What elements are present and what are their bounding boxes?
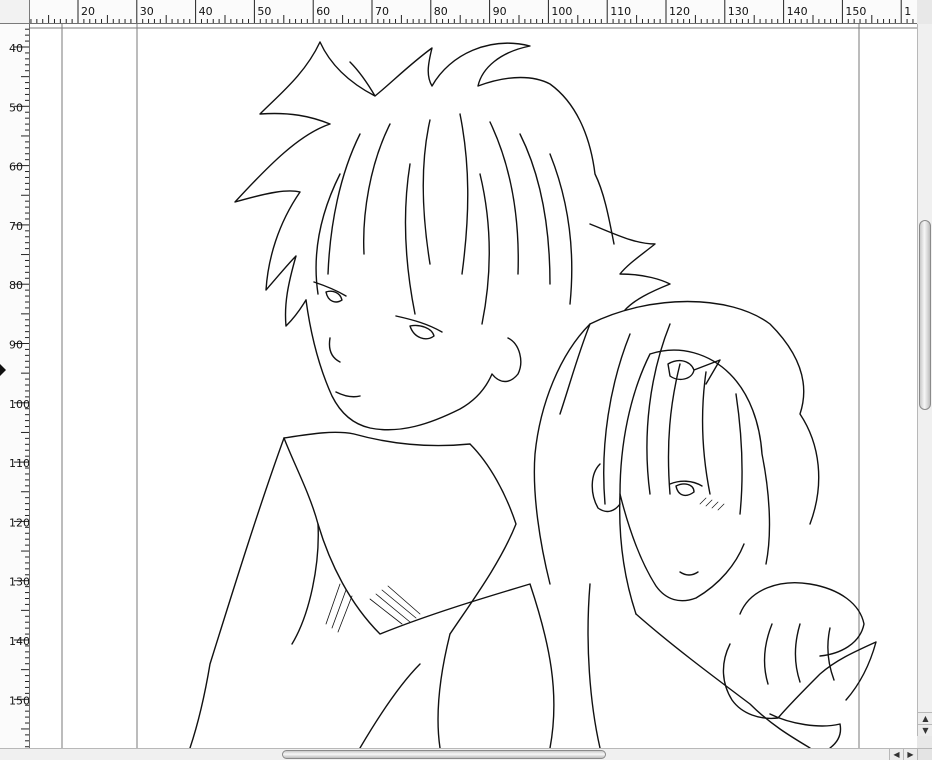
scroll-down-icon: ▼: [922, 726, 929, 735]
ruler-label: 70: [375, 5, 389, 18]
ruler-label: 70: [9, 220, 23, 233]
ruler-label: 90: [493, 5, 507, 18]
girl-face: [591, 463, 745, 602]
ruler-label: 120: [669, 5, 690, 18]
ruler-label: 40: [199, 5, 213, 18]
boy-hair-strands: [315, 113, 573, 325]
ruler-corner[interactable]: [0, 0, 30, 24]
girl-hand-object: [722, 582, 877, 720]
ruler-label: 50: [257, 5, 271, 18]
ruler-label: 60: [316, 5, 330, 18]
ruler-label: 40: [9, 42, 23, 55]
ruler-label: 90: [9, 339, 23, 352]
boy-figure: [189, 41, 671, 748]
ruler-label: 100: [551, 5, 572, 18]
boy-collar: [283, 431, 517, 645]
ruler-label: 100: [9, 398, 30, 411]
ruler-label: 60: [9, 161, 23, 174]
girl-shoulders: [587, 583, 811, 748]
panel-toggle-arrow-icon[interactable]: [0, 364, 6, 376]
scroll-right-button[interactable]: ▶: [903, 749, 917, 760]
ruler-label: 110: [610, 5, 631, 18]
scroll-up-button[interactable]: ▲: [918, 712, 932, 724]
vertical-scrollbar[interactable]: ▲ ▼: [917, 24, 932, 736]
boy-eyes: [313, 281, 443, 340]
vertical-ruler-ticks: 40 50 60 70 80 90 100 110 120 130 140 150: [9, 28, 30, 748]
boy-face: [305, 299, 522, 431]
girl-ponytail: [533, 300, 820, 585]
ruler-label: 130: [728, 5, 749, 18]
ruler-label: 150: [845, 5, 866, 18]
page-guides: [30, 24, 917, 748]
line-art-illustration: [30, 24, 917, 748]
girl-mouth: [679, 571, 699, 576]
scroll-left-button[interactable]: ◀: [889, 749, 903, 760]
scroll-up-icon: ▲: [922, 714, 929, 723]
ruler-label: 140: [9, 635, 30, 648]
girl-figure: [533, 300, 877, 748]
ruler-label: 150: [9, 694, 30, 707]
ruler-label: 110: [9, 457, 30, 470]
scroll-right-icon: ▶: [907, 750, 914, 759]
horizontal-ruler-ticks: 20 30 40 50 60 70 80 90 100 110 120 130 140 150 1: [30, 0, 914, 23]
ruler-label: 50: [9, 101, 23, 114]
horizontal-scroll-thumb[interactable]: [282, 750, 606, 759]
boy-hair-tips: [559, 223, 671, 415]
scroll-left-icon: ◀: [893, 750, 900, 759]
girl-blush: [699, 497, 725, 511]
ruler-label: 1: [904, 5, 911, 18]
scroll-down-button[interactable]: ▼: [918, 724, 932, 736]
girl-sleeve: [769, 713, 842, 748]
ruler-label: 120: [9, 516, 30, 529]
ruler-label: 80: [9, 279, 23, 292]
ruler-label: 130: [9, 576, 30, 589]
ruler-label: 80: [434, 5, 448, 18]
ruler-label: 140: [787, 5, 808, 18]
boy-nose-mouth: [328, 337, 361, 398]
girl-eyes: [669, 480, 703, 497]
drawing-canvas[interactable]: [30, 24, 917, 748]
horizontal-scrollbar[interactable]: ◀ ▶: [0, 748, 917, 760]
ruler-label: 20: [81, 5, 95, 18]
resize-grip[interactable]: [917, 748, 932, 760]
boy-hair: [234, 41, 615, 327]
horizontal-ruler[interactable]: 20 30 40 50 60 70 80 90 100 110 120 130 140 150 1: [30, 0, 917, 24]
ruler-label: 30: [140, 5, 154, 18]
vertical-scroll-thumb[interactable]: [919, 220, 931, 410]
vertical-ruler[interactable]: 40 50 60 70 80 90 100 110 120 130 140 150: [0, 24, 30, 748]
